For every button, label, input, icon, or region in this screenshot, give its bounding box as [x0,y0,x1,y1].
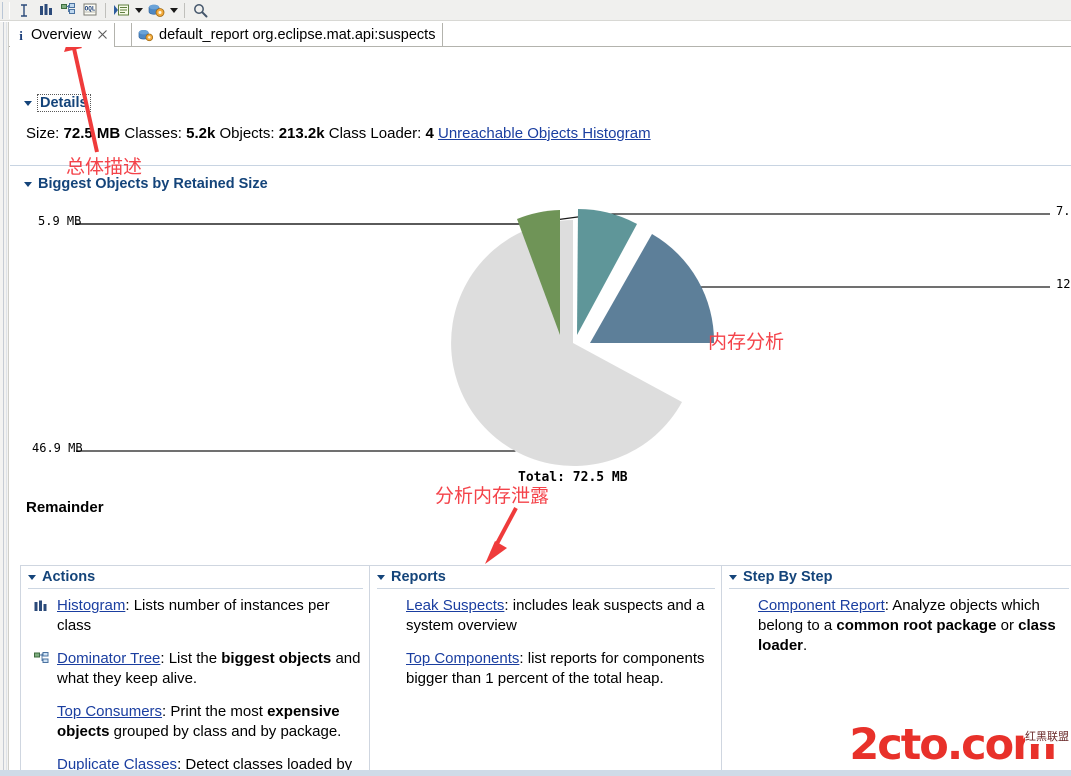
eclipse-mat-overview-window: OQL i Overview default_report org.eclips… [0,0,1071,776]
pie-chart-svg [76,209,1050,466]
classloader-value: 4 [425,125,434,142]
dominator-tree-bold: biggest objects [221,649,332,667]
reports-panel-body: Leak Suspects: includes leak suspects an… [370,592,721,776]
pie-label-gray: 46.9 MB [32,441,83,455]
toolbar-separator-1 [105,2,106,18]
watermark: 2cto.com 红黑联盟 [849,724,1069,767]
actions-panel-rule [28,588,363,589]
top-consumers-link[interactable]: Top Consumers [57,703,162,720]
classloader-label: Class Loader: [328,125,422,142]
action-dominator-tree: Dominator Tree: List the biggest objects… [29,649,363,689]
retained-size-pie-chart: 5.9 MB 7. 12. 46.9 MB Total: 72.5 MB [10,195,1071,495]
inspector-icon[interactable] [13,1,35,20]
editor-tab-bar: i Overview default_report org.eclipse.ma… [0,22,1071,47]
report-top-components: Top Components: list reports for compone… [378,649,715,689]
pie-label-blue: 12. [1056,277,1071,291]
tab-overview-label: Overview [31,27,92,43]
dominator-tree-desc-1: : List the [160,649,222,667]
actions-panel: Actions Histogram: Lists number of insta… [20,565,370,776]
histogram-link[interactable]: Histogram [57,597,125,614]
watermark-brand: 2cto [849,720,949,771]
classes-value: 5.2k [186,125,216,142]
tab-default-report-label: default_report org.eclipse.mat.api:suspe… [159,27,436,43]
step-by-step-panel-header[interactable]: Step By Step [729,569,832,585]
dominator-tree-icon[interactable] [57,1,79,20]
tab-default-report[interactable]: default_report org.eclipse.mat.api:suspe… [131,23,444,47]
reports-panel-title: Reports [391,569,446,585]
leak-suspects-link[interactable]: Leak Suspects [406,597,504,614]
query-browser-dropdown-arrow[interactable] [132,1,145,20]
step-by-step-panel-rule [729,588,1069,589]
run-expert-system-icon[interactable] [145,1,167,20]
query-browser-icon[interactable] [110,1,132,20]
collapse-twisty-icon[interactable] [24,181,32,187]
details-section-title: Details [37,94,91,112]
action-histogram: Histogram: Lists number of instances per… [29,596,363,636]
svg-text:i: i [19,28,23,43]
reports-panel: Reports Leak Suspects: includes leak sus… [369,565,722,776]
details-summary-line: Size: 72.5 MB Classes: 5.2k Objects: 213… [26,125,651,142]
annotation-overall-description: 总体描述 [66,156,143,178]
dominator-tree-icon [34,651,51,667]
oql-icon[interactable]: OQL [79,1,101,20]
step-component-report: Component Report: Analyze objects which … [730,596,1069,656]
classes-label: Classes: [124,125,182,142]
top-consumers-desc-1: : Print the most [162,702,268,720]
pie-label-teal: 7. [1056,204,1071,218]
actions-panel-title: Actions [42,569,96,585]
search-icon[interactable] [189,1,211,20]
leader-line-slice-3 [685,273,1050,288]
report-icon [138,28,154,43]
reports-panel-header[interactable]: Reports [377,569,446,585]
info-icon: i [16,28,26,43]
run-expert-system-dropdown-arrow[interactable] [167,1,180,20]
objects-value: 213.2k [278,125,325,142]
biggest-section-header[interactable]: Biggest Objects by Retained Size [24,176,268,192]
details-section-header[interactable]: Details [24,94,91,112]
annotation-analyze-memory-leak: 分析内存泄露 [435,485,550,507]
collapse-twisty-icon[interactable] [24,100,32,106]
component-report-bold-1: common root package [836,616,997,634]
remainder-label: Remainder [26,499,104,516]
toolbar-separator-2 [184,2,185,18]
collapse-twisty-icon[interactable] [28,574,36,580]
step-by-step-panel-title: Step By Step [743,569,833,585]
main-toolbar: OQL [0,0,1071,21]
component-report-desc-2: or [996,616,1019,634]
overview-content: Details Size: 72.5 MB Classes: 5.2k Obje… [10,47,1071,776]
dominator-tree-link[interactable]: Dominator Tree [57,650,160,667]
report-leak-suspects: Leak Suspects: includes leak suspects an… [378,596,715,636]
svg-text:OQL: OQL [84,6,95,13]
action-top-consumers: Top Consumers: Print the most expensive … [29,702,363,742]
tab-close-icon[interactable] [98,29,108,41]
top-consumers-desc-2: grouped by class and by package. [109,722,342,740]
bottom-strip [0,770,1071,776]
component-report-desc-3: . [803,636,808,654]
objects-label: Objects: [219,125,275,142]
unreachable-objects-histogram-link[interactable]: Unreachable Objects Histogram [438,125,651,142]
reports-panel-rule [377,588,715,589]
actions-panel-body: Histogram: Lists number of instances per… [21,592,369,776]
toolbar-grip[interactable] [2,1,10,19]
biggest-section-rule-top [10,165,1071,166]
histogram-icon [34,598,51,614]
tab-overview[interactable]: i Overview [10,23,116,47]
left-gutter [0,22,9,776]
leader-line-slice-4 [76,432,531,452]
collapse-twisty-icon[interactable] [729,574,737,580]
size-label: Size: [26,125,60,142]
annotation-memory-analysis: 内存分析 [708,331,785,353]
actions-panel-header[interactable]: Actions [28,569,95,585]
size-value: 72.5 MB [63,125,121,142]
watermark-cn: 红黑联盟 [1025,728,1069,744]
histogram-icon[interactable] [35,1,57,20]
component-report-link[interactable]: Component Report [758,597,885,614]
pie-label-green: 5.9 MB [38,214,82,228]
top-components-link[interactable]: Top Components [406,650,519,667]
collapse-twisty-icon[interactable] [377,574,385,580]
